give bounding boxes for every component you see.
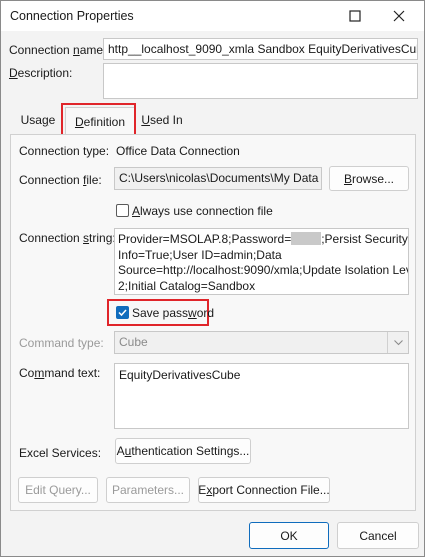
checkmark-icon (118, 309, 127, 317)
connection-string-line-3: Source=http://localhost:9090/xmla;Update… (118, 263, 409, 277)
connection-properties-dialog: Connection Properties Connection name: h… (0, 0, 425, 557)
authentication-settings-button[interactable]: Authentication Settings... (115, 438, 251, 464)
save-password-label: Save password (132, 306, 215, 320)
connection-type-value: Office Data Connection (116, 144, 240, 158)
chevron-down-icon (387, 332, 408, 353)
command-type-value: Cube (119, 335, 148, 349)
tab-used-in-label: Used In (141, 113, 183, 127)
excel-services-label: Excel Services: (19, 446, 102, 460)
command-type-select[interactable]: Cube (114, 331, 409, 354)
close-icon (393, 10, 405, 22)
close-button[interactable] (379, 1, 419, 31)
always-use-label: Always use connection file (132, 204, 273, 218)
browse-button-label: Browse... (343, 171, 395, 186)
command-text-textarea[interactable]: EquityDerivativesCube (114, 363, 409, 429)
tab-usage-label: Usage (20, 113, 56, 127)
edit-query-button[interactable]: Edit Query... (18, 477, 98, 503)
connection-string-line-2: Info=True;User ID=admin;Data (118, 247, 282, 262)
browse-button[interactable]: Browse... (329, 166, 409, 191)
connection-string-line-1: Provider=MSOLAP.8;Password= ;Persist Secu… (118, 232, 408, 246)
connection-type-label: Connection type: (19, 144, 110, 158)
command-type-label: Command type: (19, 336, 104, 350)
masked-password (291, 232, 322, 245)
definition-tab-highlight (61, 103, 136, 137)
export-connection-file-label: Export Connection File... (198, 483, 330, 497)
connection-file-input[interactable]: C:\Users\nicolas\Documents\My Data Sour (114, 167, 322, 190)
ok-button[interactable]: OK (249, 522, 329, 549)
maximize-button[interactable] (335, 1, 375, 31)
window-title: Connection Properties (10, 9, 134, 23)
description-input[interactable] (103, 63, 418, 99)
connection-string-textarea[interactable]: Provider=MSOLAP.8;Password= ;Persist Secu… (114, 228, 409, 295)
connection-string-label: Connection string: (19, 231, 116, 245)
connection-file-label: Connection file: (19, 173, 102, 187)
authentication-settings-label: Authentication Settings... (116, 444, 250, 458)
connection-name-input[interactable]: http__localhost_9090_xmla Sandbox Equity… (103, 38, 418, 60)
tab-used-in[interactable]: Used In (137, 107, 187, 133)
export-connection-file-button[interactable]: Export Connection File... (198, 477, 330, 503)
connection-name-label: Connection name: (9, 43, 107, 57)
tab-usage[interactable]: Usage (14, 107, 62, 133)
cancel-button[interactable]: Cancel (337, 522, 419, 549)
save-password-checkbox[interactable] (116, 306, 129, 319)
maximize-icon (349, 10, 361, 22)
description-label: Description: (9, 66, 73, 80)
always-use-checkbox[interactable] (116, 204, 129, 217)
parameters-button[interactable]: Parameters... (106, 477, 190, 503)
connection-string-line-4: 2;Initial Catalog=Sandbox (118, 278, 256, 293)
title-bar: Connection Properties (1, 1, 424, 31)
command-text-label: Command text: (19, 366, 101, 380)
